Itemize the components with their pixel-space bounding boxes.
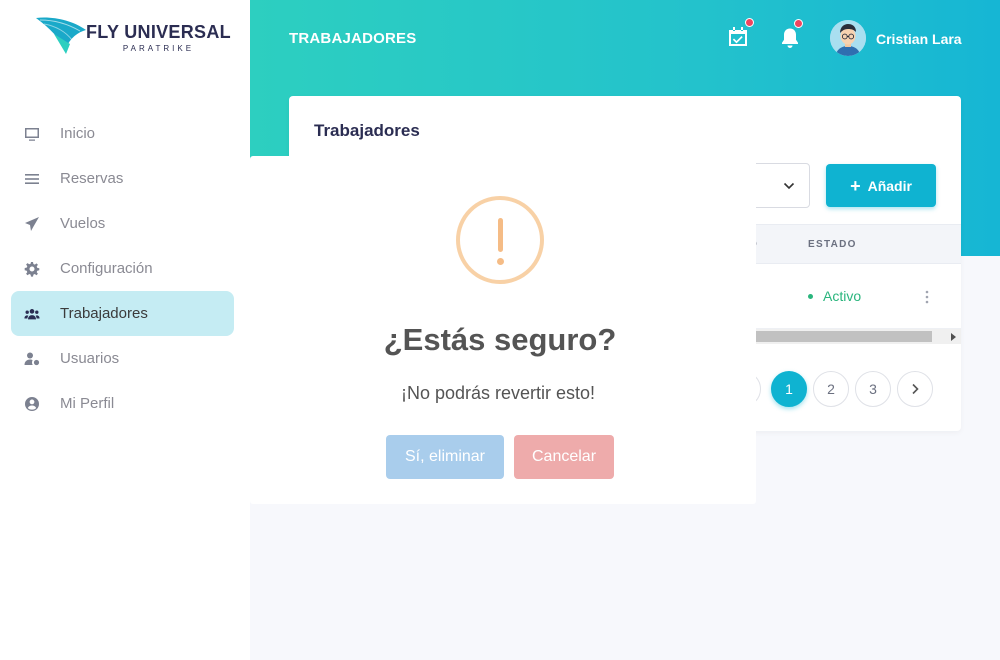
gear-icon — [23, 260, 41, 278]
chevron-down-icon — [783, 182, 795, 190]
add-button-label: Añadir — [867, 177, 912, 194]
user-circle-icon — [23, 395, 41, 413]
sidebar-item-label: Vuelos — [60, 215, 106, 232]
sidebar-item-label: Trabajadores — [60, 305, 148, 322]
card-title: Trabajadores — [314, 121, 420, 140]
brand-logo[interactable]: FLY UNIVERSAL PARATRIKE — [34, 14, 231, 56]
users-icon — [23, 305, 41, 323]
bell-notification-dot — [794, 19, 803, 28]
pagination-page-1[interactable]: 1 — [771, 371, 807, 407]
pagination-page-2[interactable]: 2 — [813, 371, 849, 407]
user-name[interactable]: Cristian Lara — [876, 31, 962, 47]
status-dot-icon — [808, 293, 813, 299]
sidebar-item-usuarios[interactable]: Usuarios — [11, 336, 234, 381]
sidebar: FLY UNIVERSAL PARATRIKE Inicio Reservas … — [0, 0, 250, 660]
dialog-title: ¿Estás seguro? — [383, 322, 617, 357]
plus-icon: + — [850, 175, 861, 196]
sidebar-item-mi-perfil[interactable]: Mi Perfil — [11, 381, 234, 426]
sidebar-item-configuracion[interactable]: Configuración — [11, 246, 234, 291]
sidebar-item-label: Reservas — [60, 170, 124, 187]
avatar[interactable] — [830, 20, 866, 56]
sidebar-nav: Inicio Reservas Vuelos Configuración Tra… — [11, 111, 234, 426]
page-title: TRABAJADORES — [289, 30, 417, 47]
confirm-dialog: ¿Estás seguro? ¡No podrás revertir esto!… — [250, 156, 756, 504]
wing-logo-icon — [36, 17, 86, 54]
pagination-page-3[interactable]: 3 — [855, 371, 891, 407]
pagination-next-button[interactable] — [897, 371, 933, 407]
sidebar-item-trabajadores[interactable]: Trabajadores — [11, 291, 234, 336]
sidebar-item-reservas[interactable]: Reservas — [11, 156, 234, 201]
paper-plane-icon — [23, 215, 41, 233]
brand-subtitle: PARATRIKE — [122, 44, 195, 53]
user-avatar-icon — [830, 20, 866, 56]
sidebar-item-vuelos[interactable]: Vuelos — [11, 201, 234, 246]
sidebar-item-label: Usuarios — [60, 350, 120, 367]
menu-lines-icon — [23, 170, 41, 188]
sidebar-item-label: Inicio — [60, 125, 96, 142]
row-actions-icon[interactable] — [925, 290, 929, 304]
column-header-estado: ESTADO — [808, 239, 857, 250]
bell-icon[interactable] — [778, 26, 802, 50]
monitor-icon — [23, 125, 41, 143]
scroll-right-arrow-icon[interactable] — [951, 333, 956, 341]
chevron-right-icon — [912, 383, 919, 395]
user-cog-icon — [23, 350, 41, 368]
sidebar-item-inicio[interactable]: Inicio — [11, 111, 234, 156]
cancel-button[interactable]: Cancelar — [514, 435, 614, 479]
calendar-check-icon[interactable] — [726, 25, 750, 49]
confirm-delete-button[interactable]: Sí, eliminar — [386, 435, 504, 479]
status-badge: Activo — [808, 288, 861, 304]
warning-icon — [456, 196, 544, 284]
status-label: Activo — [823, 288, 862, 304]
brand-title: FLY UNIVERSAL — [86, 22, 231, 42]
dialog-message: ¡No podrás revertir esto! — [400, 383, 596, 403]
add-worker-button[interactable]: + Añadir — [826, 164, 936, 207]
calendar-notification-dot — [745, 18, 754, 27]
sidebar-item-label: Mi Perfil — [60, 395, 115, 412]
sidebar-item-label: Configuración — [60, 260, 153, 277]
